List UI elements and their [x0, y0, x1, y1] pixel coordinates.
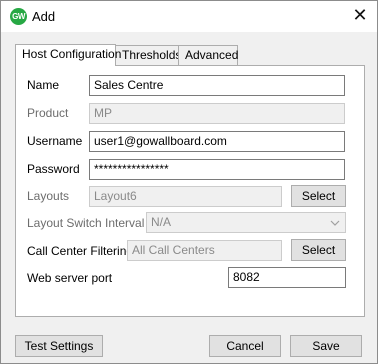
layouts-field: Layout6 [89, 186, 282, 207]
tab-advanced[interactable]: Advanced [178, 45, 238, 66]
name-label: Name [27, 78, 60, 92]
save-button[interactable]: Save [290, 335, 362, 357]
title-bar[interactable]: GW Add ✕ [1, 1, 377, 32]
window-title: Add [32, 9, 56, 24]
call-center-select-button[interactable]: Select [291, 239, 346, 261]
layout-switch-interval-dropdown[interactable]: N/A [146, 212, 346, 233]
web-server-port-input[interactable]: 8082 [228, 267, 346, 288]
gowallboard-logo-icon: GW [10, 8, 27, 25]
call-center-filtering-label: Call Center Filtering [27, 244, 134, 258]
test-settings-button[interactable]: Test Settings [15, 335, 103, 357]
call-center-filtering-field: All Call Centers [127, 240, 282, 261]
password-label: Password [27, 162, 80, 176]
username-input[interactable]: user1@gowallboard.com [89, 131, 345, 152]
cancel-button[interactable]: Cancel [209, 335, 281, 357]
layouts-label: Layouts [27, 189, 70, 203]
close-icon[interactable]: ✕ [343, 1, 377, 32]
product-field: MP [89, 103, 345, 124]
name-input[interactable]: Sales Centre [89, 75, 345, 96]
web-server-port-label: Web server port [27, 271, 113, 285]
tab-host-configuration[interactable]: Host Configuration [15, 44, 121, 66]
tab-thresholds[interactable]: Thresholds [115, 45, 181, 66]
product-label: Product [27, 106, 69, 120]
host-configuration-panel: Name Sales Centre Product MP Username us… [15, 65, 365, 317]
chevron-down-icon [330, 220, 340, 226]
add-dialog: GW Add ✕ Host Configuration Thresholds A… [0, 0, 378, 364]
layout-switch-interval-label: Layout Switch Interval [27, 216, 145, 230]
layouts-select-button[interactable]: Select [291, 185, 346, 207]
layout-switch-interval-value: N/A [151, 215, 172, 229]
username-label: Username [27, 134, 83, 148]
password-input[interactable]: **************** [89, 159, 345, 180]
